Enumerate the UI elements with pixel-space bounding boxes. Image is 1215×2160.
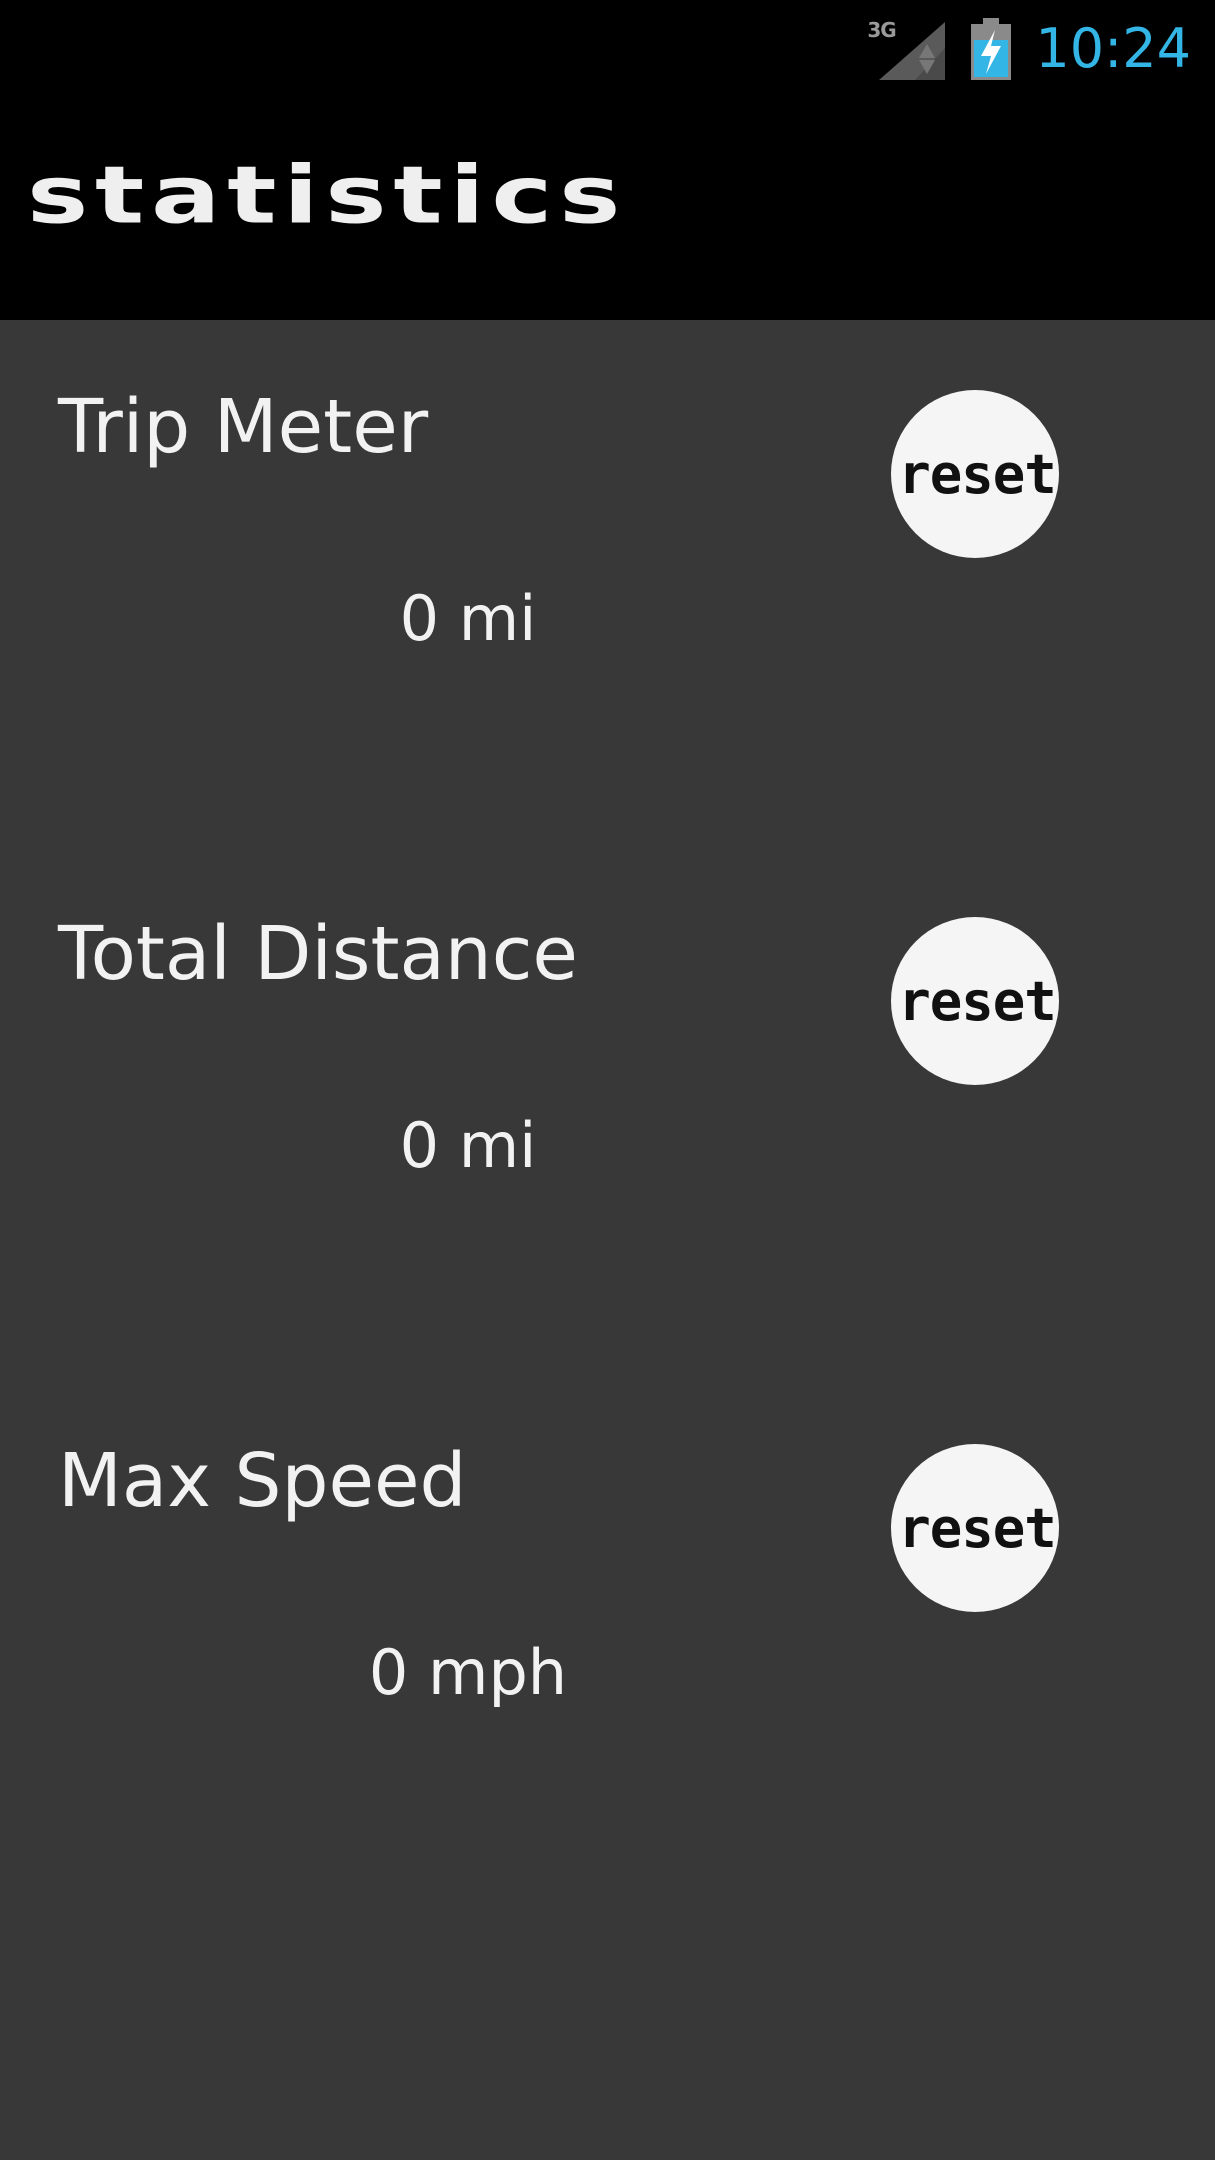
trip-meter-value: 0 mi bbox=[399, 582, 537, 655]
action-bar: statistics bbox=[0, 96, 1215, 320]
reset-total-distance-button[interactable]: reset bbox=[891, 917, 1059, 1085]
battery-charging-icon bbox=[971, 18, 1012, 80]
status-icons: 3G 10:24 bbox=[867, 14, 1191, 84]
max-speed-value: 0 mph bbox=[368, 1636, 568, 1709]
total-distance-section: Total Distance reset 0 mi bbox=[0, 847, 1215, 1327]
total-distance-value: 0 mi bbox=[399, 1109, 537, 1182]
page-title: statistics bbox=[27, 149, 628, 242]
reset-button-label: reset bbox=[898, 1496, 1057, 1560]
app-screen: 3G 10:24 statistics Trip Meter reset 0 m… bbox=[0, 0, 1215, 2160]
clock: 10:24 bbox=[1035, 17, 1191, 80]
total-distance-label: Total Distance bbox=[58, 911, 578, 997]
signal-strength-icon bbox=[879, 22, 946, 80]
signal-icon: 3G bbox=[867, 18, 946, 80]
reset-button-label: reset bbox=[898, 442, 1057, 506]
trip-meter-section: Trip Meter reset 0 mi bbox=[0, 320, 1215, 800]
reset-trip-meter-button[interactable]: reset bbox=[891, 390, 1059, 558]
status-bar: 3G 10:24 bbox=[0, 0, 1215, 96]
reset-max-speed-button[interactable]: reset bbox=[891, 1444, 1059, 1612]
reset-button-label: reset bbox=[898, 969, 1057, 1033]
trip-meter-label: Trip Meter bbox=[58, 384, 429, 470]
max-speed-section: Max Speed reset 0 mph bbox=[0, 1374, 1215, 1854]
max-speed-label: Max Speed bbox=[58, 1438, 467, 1524]
